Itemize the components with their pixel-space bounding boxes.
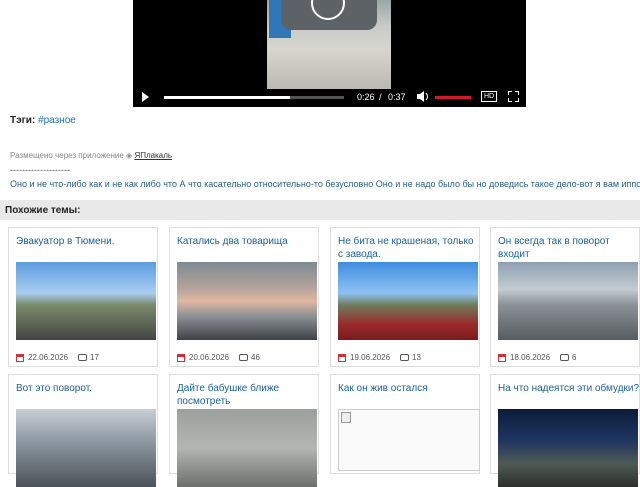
card-comments: 6 [572, 353, 577, 362]
comment-icon [239, 354, 249, 361]
volume-slider[interactable] [435, 96, 471, 99]
calendar-icon [338, 353, 346, 362]
broken-image-icon[interactable] [338, 409, 480, 471]
card-comments: 17 [90, 353, 99, 362]
card-thumbnail[interactable] [498, 409, 638, 487]
fullscreen-icon[interactable] [508, 91, 519, 102]
similar-card[interactable]: Катались два товарища 20.06.2026 46 [169, 227, 319, 367]
play-icon[interactable] [142, 92, 149, 102]
card-comments: 46 [251, 353, 260, 362]
hd-button[interactable]: HD [481, 91, 498, 102]
app-icon: ◈ [126, 151, 133, 160]
card-title[interactable]: Он всегда так в поворот входит [498, 235, 640, 261]
app-link[interactable]: ЯПлакаль [134, 151, 172, 160]
calendar-icon [177, 353, 185, 362]
video-controls: 0:26 / 0:37 HD [133, 87, 526, 107]
similar-card[interactable]: На что надеятся эти обмудки? [490, 374, 640, 487]
similar-card[interactable]: Эвакуатор в Тюмени. 22.06.2026 17 [8, 227, 158, 367]
posted-text: Размещено через приложение [10, 151, 124, 160]
similar-card[interactable]: Дайте бабушке ближе посмотреть [169, 374, 319, 487]
time-duration: 0:37 [388, 92, 406, 102]
calendar-icon [498, 353, 506, 362]
card-title[interactable]: Катались два товарища [177, 235, 319, 248]
comment-icon [78, 354, 88, 361]
time-separator: / [379, 92, 382, 102]
calendar-icon [16, 353, 24, 362]
similar-card[interactable]: Вот это поворот. [8, 374, 158, 487]
card-date: 18.06.2026 [510, 353, 551, 362]
card-thumbnail[interactable] [498, 262, 638, 340]
time-current: 0:26 [357, 92, 375, 102]
comment-icon [560, 354, 570, 361]
card-thumbnail[interactable] [177, 262, 317, 340]
card-thumbnail[interactable] [16, 262, 156, 340]
post-text: Оно и не что-либо как и не как либо что … [10, 179, 640, 189]
similar-header: Похожие темы: [0, 200, 640, 220]
tags-row: Тэги: #разное [10, 115, 76, 126]
seek-fill [164, 96, 290, 99]
tags-label: Тэги: [10, 115, 36, 126]
card-thumbnail[interactable] [338, 262, 478, 340]
card-title[interactable]: Дайте бабушке ближе посмотреть [177, 382, 319, 408]
card-date: 19.06.2026 [350, 353, 391, 362]
card-title[interactable]: Эвакуатор в Тюмени. [16, 235, 158, 248]
card-meta: 20.06.2026 46 [177, 353, 260, 362]
similar-card[interactable]: Как он жив остался [330, 374, 480, 474]
card-title[interactable]: Вот это поворот. [16, 382, 158, 395]
card-meta: 19.06.2026 13 [338, 353, 421, 362]
comment-icon [400, 354, 410, 361]
card-comments: 13 [412, 353, 421, 362]
card-thumbnail[interactable] [16, 409, 156, 487]
video-player[interactable]: 0:26 / 0:37 HD [133, 0, 526, 107]
card-meta: 18.06.2026 6 [498, 353, 577, 362]
similar-card[interactable]: Он всегда так в поворот входит 18.06.202… [490, 227, 640, 367]
posted-via: Размещено через приложение ◈ ЯПлакаль [10, 151, 172, 160]
seek-bar[interactable] [164, 96, 344, 99]
card-title[interactable]: Не бита не крашеная, только с завода. [338, 235, 480, 261]
card-title[interactable]: Как он жив остался [338, 382, 480, 395]
separator: -------------------- [10, 165, 70, 175]
card-meta: 22.06.2026 17 [16, 353, 99, 362]
similar-title: Похожие темы: [5, 205, 81, 216]
video-frame [267, 0, 391, 89]
card-date: 22.06.2026 [28, 353, 69, 362]
volume-icon[interactable] [417, 91, 429, 102]
card-title[interactable]: На что надеятся эти обмудки? [498, 382, 640, 395]
card-thumbnail[interactable] [177, 409, 317, 487]
card-date: 20.06.2026 [189, 353, 230, 362]
tag-link[interactable]: #разное [38, 115, 76, 126]
similar-card[interactable]: Не бита не крашеная, только с завода. 19… [330, 227, 480, 367]
